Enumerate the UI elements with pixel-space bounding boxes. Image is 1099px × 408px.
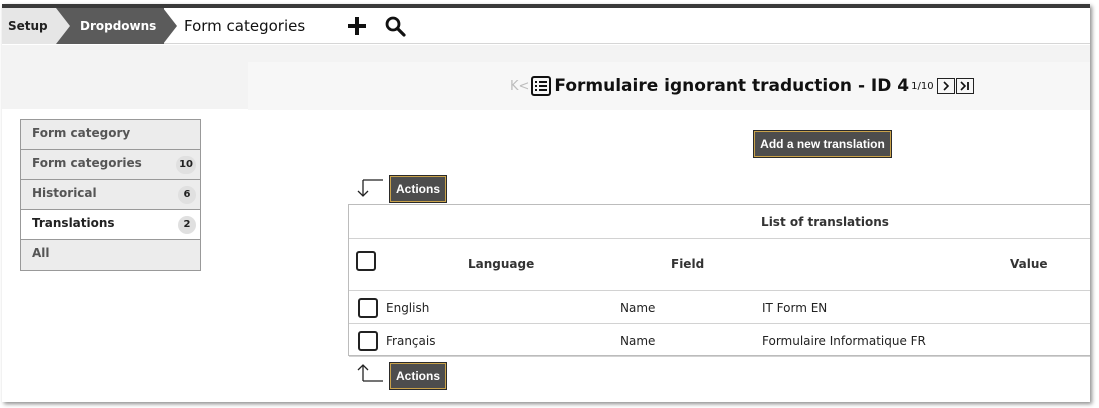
cell-field: Name — [620, 301, 656, 315]
tab-label: Historical — [32, 186, 97, 200]
arrow-down-left-icon — [357, 179, 383, 197]
table-row[interactable]: Français Name Formulaire Informatique FR — [349, 325, 1090, 357]
tab-translations[interactable]: Translations 2 — [21, 210, 200, 240]
table-header: Language Field Value — [349, 239, 1090, 291]
next-record-button[interactable] — [936, 78, 955, 94]
count-badge: 2 — [178, 216, 196, 234]
table-row[interactable]: English Name IT Form EN — [349, 292, 1090, 324]
breadcrumb-dropdowns-label: Dropdowns — [80, 19, 157, 33]
table-caption: List of translations — [349, 205, 1090, 239]
first-record-button[interactable]: K< — [510, 79, 529, 94]
plus-icon[interactable] — [346, 15, 368, 37]
count-badge: 6 — [178, 186, 196, 204]
list-icon[interactable] — [531, 76, 552, 96]
count-badge: 10 — [176, 156, 196, 174]
cell-language: English — [386, 301, 430, 315]
cell-field: Name — [620, 334, 656, 348]
add-translation-button[interactable]: Add a new translation — [753, 130, 892, 158]
breadcrumb-dropdowns[interactable]: Dropdowns — [56, 8, 164, 44]
cell-value: IT Form EN — [762, 301, 828, 315]
tab-form-categories[interactable]: Form categories 10 — [21, 150, 200, 180]
tab-label: Form category — [32, 126, 131, 140]
app-window: Setup Dropdowns Form categories K< Formu… — [2, 4, 1090, 402]
tab-form-category[interactable]: Form category — [21, 120, 200, 150]
translations-table: List of translations Language Field Valu… — [348, 204, 1090, 357]
row-checkbox[interactable] — [358, 298, 378, 318]
row-checkbox[interactable] — [358, 331, 378, 351]
next-icon — [943, 81, 949, 91]
cell-language: Français — [386, 334, 436, 348]
breadcrumb-separator — [163, 8, 177, 44]
tab-all[interactable]: All — [21, 240, 200, 270]
tab-label: Translations — [32, 216, 115, 230]
search-icon[interactable] — [384, 15, 406, 37]
column-header-field[interactable]: Field — [671, 257, 704, 271]
actions-button-bottom[interactable]: Actions — [389, 362, 447, 390]
record-tabs: Form category Form categories 10 Histori… — [20, 119, 201, 271]
last-icon — [960, 81, 969, 91]
tab-historical[interactable]: Historical 6 — [21, 180, 200, 210]
top-bar: Setup Dropdowns Form categories — [2, 8, 1090, 44]
actions-button-top[interactable]: Actions — [389, 175, 447, 203]
column-header-language[interactable]: Language — [468, 257, 534, 271]
arrow-up-left-icon — [357, 364, 383, 382]
record-counter: 1/10 — [911, 80, 934, 92]
select-all-checkbox[interactable] — [356, 251, 376, 271]
page-title: Form categories — [184, 17, 306, 35]
last-record-button[interactable] — [955, 78, 974, 94]
tab-label: All — [32, 246, 50, 260]
column-header-value[interactable]: Value — [1010, 257, 1048, 271]
tab-label: Form categories — [32, 156, 142, 170]
record-navigation: K< Formulaire ignorant traduction - ID 4… — [510, 74, 974, 98]
record-title: Formulaire ignorant traduction - ID 4 — [554, 76, 910, 96]
cell-value: Formulaire Informatique FR — [762, 334, 926, 348]
